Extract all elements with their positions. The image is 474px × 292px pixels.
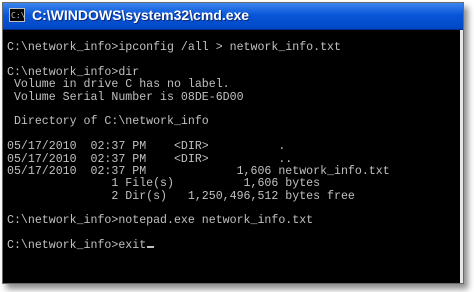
cmd-window: C:\ C:\WINDOWS\system32\cmd.exe C:\netwo…	[2, 2, 464, 284]
console-icon: C:\	[9, 8, 25, 22]
console-line: Directory of C:\network_info	[7, 115, 209, 129]
console-line: 05/17/2010 02:37 PM <DIR> .	[7, 140, 286, 154]
text-cursor	[147, 246, 155, 249]
console-line: Volume in drive C has no label.	[7, 78, 230, 92]
console-prompt: C:\network_info>exit	[7, 239, 147, 253]
console-line: C:\network_info>notepad.exe network_info…	[7, 214, 314, 228]
console-line: 2 Dir(s) 1,250,496,512 bytes free	[7, 189, 355, 203]
console-line: C:\network_info>ipconfig /all > network_…	[7, 41, 341, 54]
title-bar[interactable]: C:\ C:\WINDOWS\system32\cmd.exe	[3, 3, 463, 30]
console-prompt-line[interactable]: C:\network_info>exit	[7, 240, 463, 252]
console-line: 1 File(s) 1,606 bytes	[7, 177, 321, 191]
console-line: Volume Serial Number is 08DE-6D00	[7, 90, 244, 104]
window-right-edge	[460, 30, 463, 283]
console-output[interactable]: C:\network_info>ipconfig /all > network_…	[3, 30, 463, 283]
window-title: C:\WINDOWS\system32\cmd.exe	[32, 7, 250, 23]
